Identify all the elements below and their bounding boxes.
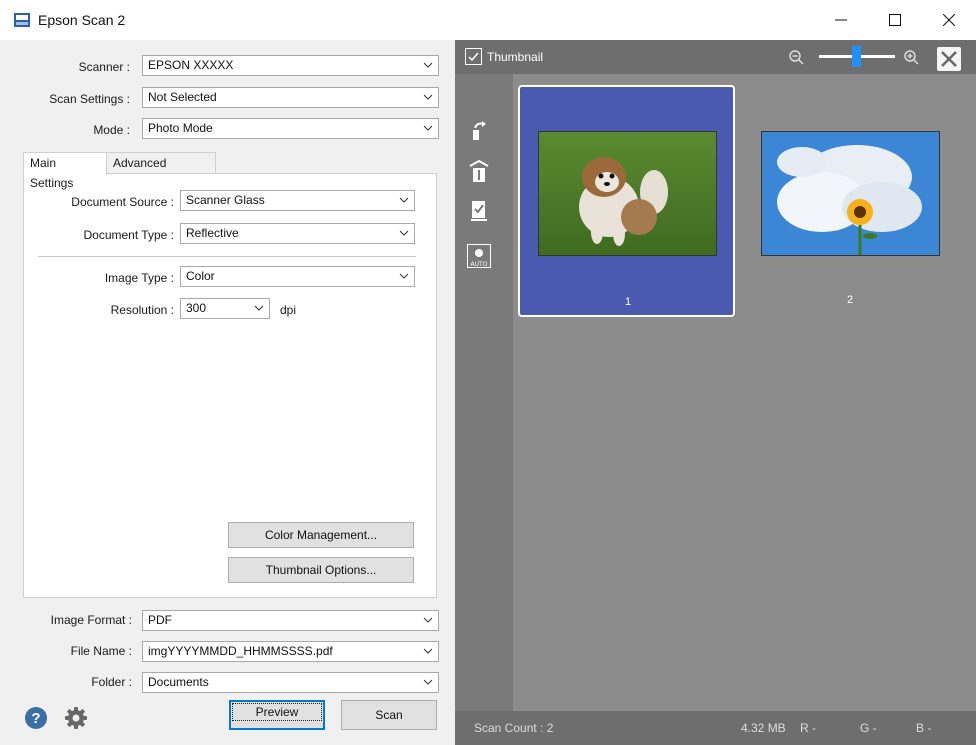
chevron-down-icon xyxy=(423,617,433,623)
scan-count: Scan Count : 2 xyxy=(474,721,554,735)
zoom-slider-handle[interactable] xyxy=(852,46,861,67)
close-icon xyxy=(943,14,955,26)
close-icon xyxy=(941,51,957,67)
thumbnail-label: Thumbnail xyxy=(487,50,544,64)
folder-select[interactable]: Documents xyxy=(142,672,439,693)
document-type-select[interactable]: Reflective xyxy=(180,223,415,244)
mode-value: Photo Mode xyxy=(148,121,213,135)
green-value: G - xyxy=(860,721,877,735)
mode-select[interactable]: Photo Mode xyxy=(142,118,439,139)
tab-advanced-settings[interactable]: Advanced Settings xyxy=(106,152,216,190)
preview-toolstrip: AUTO xyxy=(455,74,513,711)
main-settings-panel: Document Source : Scanner Glass Document… xyxy=(23,173,437,598)
svg-text:AUTO: AUTO xyxy=(471,261,488,268)
scan-button[interactable]: Scan xyxy=(341,700,437,730)
deskew-icon[interactable] xyxy=(467,160,491,184)
scan-settings-label: Scan Settings : xyxy=(49,92,130,106)
status-bar: Scan Count : 2 4.32 MB R - G - B - xyxy=(455,711,976,745)
chevron-down-icon xyxy=(423,679,433,685)
blue-value: B - xyxy=(916,721,932,735)
app-icon xyxy=(14,13,30,27)
file-size: 4.32 MB xyxy=(741,721,786,735)
dog-photo xyxy=(539,132,716,255)
thumbnail-image-sunflower xyxy=(761,131,940,256)
chevron-down-icon xyxy=(254,305,264,311)
thumbnail-image-dog xyxy=(538,131,717,256)
auto-exposure-icon[interactable]: AUTO xyxy=(467,244,491,268)
minimize-icon xyxy=(835,19,847,21)
gear-icon[interactable] xyxy=(64,706,88,730)
folder-value: Documents xyxy=(148,675,209,689)
minimize-button[interactable] xyxy=(818,0,864,40)
maximize-button[interactable] xyxy=(872,0,918,40)
preview-label: Preview xyxy=(232,703,322,721)
zoom-out-icon[interactable] xyxy=(788,49,804,65)
thumbnail-card-2[interactable]: 2 xyxy=(740,85,957,317)
sunflower-photo xyxy=(762,132,939,255)
resolution-label: Resolution : xyxy=(110,303,174,317)
thumbnail-number-1: 1 xyxy=(624,296,632,308)
file-name-label: File Name : xyxy=(70,644,132,658)
resolution-unit: dpi xyxy=(280,303,297,317)
document-check-icon[interactable] xyxy=(467,198,491,222)
title-bar: Epson Scan 2 xyxy=(0,0,976,40)
chevron-down-icon xyxy=(423,125,433,131)
scanner-value: EPSON XXXXX xyxy=(148,58,234,72)
image-format-value: PDF xyxy=(148,613,172,627)
scanner-select[interactable]: EPSON XXXXX xyxy=(142,55,439,76)
chevron-down-icon xyxy=(399,273,409,279)
scanner-label: Scanner : xyxy=(78,60,130,74)
svg-text:?: ? xyxy=(31,710,40,727)
preview-toolbar: Thumbnail xyxy=(455,40,976,74)
chevron-down-icon xyxy=(399,230,409,236)
image-type-select[interactable]: Color xyxy=(180,266,415,287)
document-source-value: Scanner Glass xyxy=(186,193,265,207)
resolution-select[interactable]: 300 xyxy=(180,298,270,319)
scan-settings-value: Not Selected xyxy=(148,90,217,104)
mode-label: Mode : xyxy=(93,123,130,137)
document-source-select[interactable]: Scanner Glass xyxy=(180,190,415,211)
thumbnail-card-1[interactable]: 1 xyxy=(518,85,735,317)
settings-panel: Scanner : EPSON XXXXX Scan Settings : No… xyxy=(0,40,455,745)
chevron-down-icon xyxy=(423,648,433,654)
image-type-label: Image Type : xyxy=(104,271,174,285)
thumbnail-number-2: 2 xyxy=(846,294,854,306)
chevron-down-icon xyxy=(423,62,433,68)
chevron-down-icon xyxy=(423,94,433,100)
epson-scan-window: Epson Scan 2 Scanner : EPSON XXXXX Scan … xyxy=(0,0,976,745)
zoom-in-icon[interactable] xyxy=(903,49,919,65)
separator xyxy=(38,256,416,257)
image-format-select[interactable]: PDF xyxy=(142,610,439,631)
rotate-icon[interactable] xyxy=(467,120,491,144)
color-management-button[interactable]: Color Management... xyxy=(228,522,414,548)
document-source-label: Document Source : xyxy=(71,195,174,209)
thumbnail-checkbox[interactable] xyxy=(465,48,482,65)
window-title: Epson Scan 2 xyxy=(38,12,126,28)
help-icon[interactable]: ? xyxy=(24,706,48,730)
close-preview-button[interactable] xyxy=(937,47,961,71)
thumbnail-options-button[interactable]: Thumbnail Options... xyxy=(228,557,414,583)
file-name-value: imgYYYYMMDD_HHMMSSSS.pdf xyxy=(148,644,333,658)
file-name-select[interactable]: imgYYYYMMDD_HHMMSSSS.pdf xyxy=(142,641,439,662)
close-button[interactable] xyxy=(926,0,972,40)
chevron-down-icon xyxy=(399,197,409,203)
document-type-value: Reflective xyxy=(186,226,239,240)
tab-main-settings[interactable]: Main Settings xyxy=(23,152,107,190)
maximize-icon xyxy=(889,14,901,26)
checkmark-icon xyxy=(468,52,479,62)
folder-label: Folder : xyxy=(91,675,132,689)
document-type-label: Document Type : xyxy=(83,228,175,242)
image-format-label: Image Format : xyxy=(50,613,132,627)
scan-settings-select[interactable]: Not Selected xyxy=(142,87,439,108)
image-type-value: Color xyxy=(186,269,215,283)
preview-panel: Thumbnail AUTO 1 2 Scan Count: 2 4.32 M… xyxy=(455,40,976,745)
preview-button[interactable]: Preview xyxy=(229,700,325,730)
resolution-value: 300 xyxy=(186,301,207,315)
red-value: R - xyxy=(800,721,816,735)
